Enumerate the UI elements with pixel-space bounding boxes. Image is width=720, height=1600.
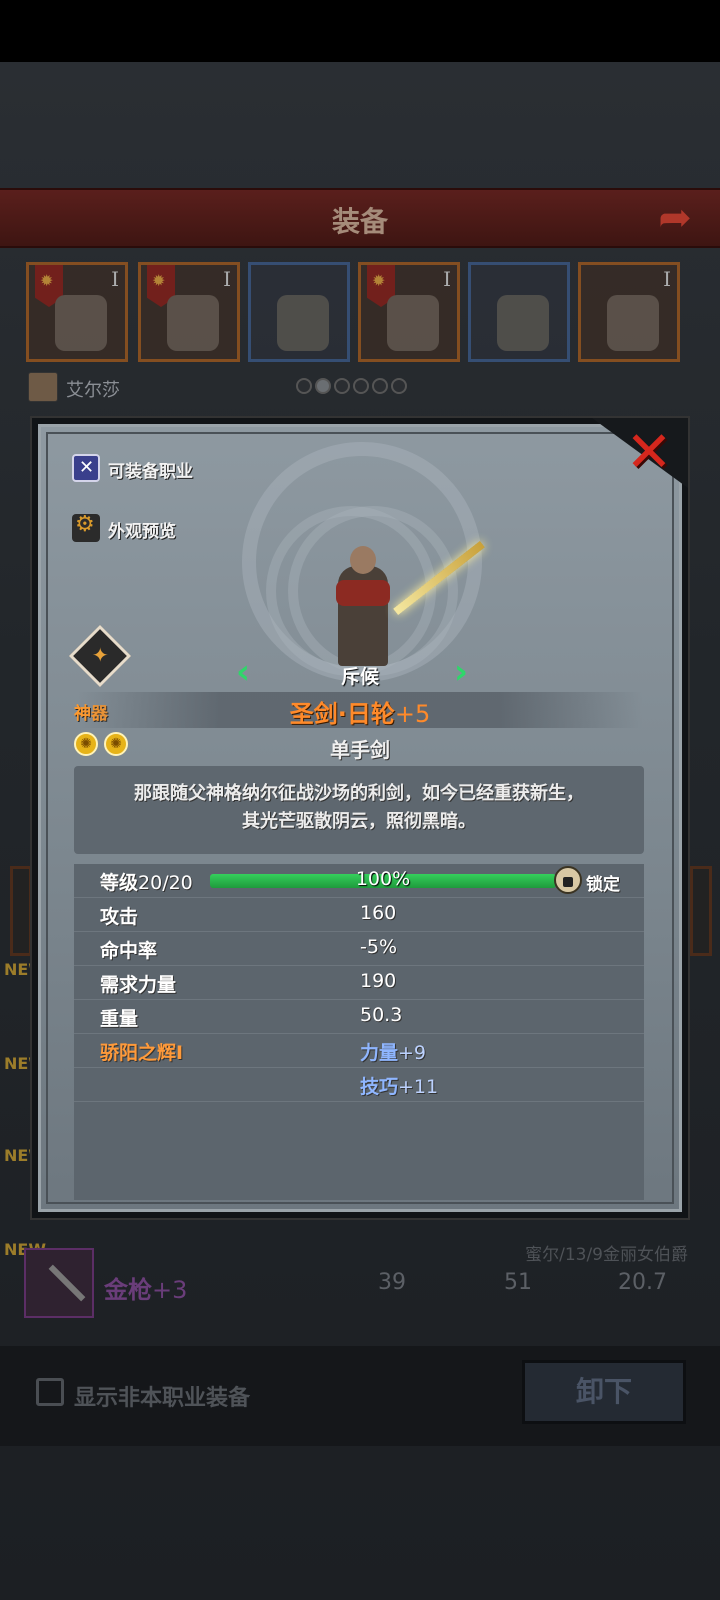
page-dot-active <box>315 378 331 394</box>
hero-head <box>350 546 376 574</box>
back-arrow-icon[interactable]: ➦ <box>646 196 704 240</box>
level-row: 等级20/20 100% 锁定 <box>74 864 644 898</box>
stat-label: 攻击 <box>100 906 139 928</box>
close-icon[interactable]: ✕ <box>620 424 678 482</box>
shoulder-icon <box>55 295 107 351</box>
page-dot <box>372 378 388 394</box>
status-bar <box>0 0 720 62</box>
spear-icon <box>24 1248 94 1318</box>
show-other-class-checkbox[interactable] <box>36 1378 64 1406</box>
item-stat: 39 <box>378 1270 406 1295</box>
page-title: 装备 <box>331 205 388 238</box>
cape-icon <box>167 295 219 351</box>
class-name: 斥候 <box>340 666 379 688</box>
slot-book[interactable]: I <box>578 262 680 362</box>
appearance-preview-label: 外观预览 <box>108 522 176 542</box>
preview-icon <box>72 512 100 542</box>
stats-panel: 等级20/20 100% 锁定 攻击 160 命中率 -5% 需求力量 190 … <box>74 864 644 1200</box>
item-stat: 51 <box>504 1270 532 1295</box>
list-edge <box>690 866 712 956</box>
stat-row-accuracy: 命中率 -5% <box>74 932 644 966</box>
enchant-name: 骄阳之辉I <box>100 1042 184 1064</box>
stat-value: 190 <box>360 970 397 992</box>
page-dot <box>391 378 407 394</box>
enchant-row: 技巧+11 <box>74 1068 644 1102</box>
enchant-bonus: 技巧+11 <box>360 1076 439 1098</box>
tier-label: I <box>223 267 231 291</box>
stat-value: -5% <box>360 936 397 958</box>
page-dot <box>296 378 312 394</box>
item-name: 圣剑·日轮+5 <box>289 700 431 728</box>
stat-value: 50.3 <box>360 1004 403 1026</box>
item-owner: 蜜尔/13/9金丽女伯爵 <box>525 1245 688 1265</box>
lock-icon[interactable] <box>554 866 582 894</box>
class-icon <box>72 454 100 482</box>
character-name: 艾尔莎 <box>66 380 120 401</box>
avatar <box>28 372 58 402</box>
slot-shoulder[interactable]: I <box>26 262 128 362</box>
page-indicator <box>296 378 416 396</box>
helmet-icon <box>277 295 329 351</box>
item-stat: 20.7 <box>618 1270 667 1295</box>
tier-label: I <box>443 267 451 291</box>
item-type: 单手剑 <box>330 738 390 762</box>
enchant-row: 骄阳之辉I 力量+9 <box>74 1034 644 1068</box>
armor-icon <box>387 295 439 351</box>
tier-label: I <box>663 267 671 291</box>
description-box: 那跟随父神格纳尔征战沙场的利剑，如今已经重获新生， 其光芒驱散阴云，照彻黑暗。 <box>74 766 644 854</box>
boots-icon <box>497 295 549 351</box>
stat-label: 命中率 <box>100 940 158 962</box>
slot-armor[interactable]: I <box>358 262 460 362</box>
level-progress-text: 100% <box>355 868 411 890</box>
item-name: 金枪+3 <box>104 1276 188 1304</box>
tier-label: I <box>111 267 119 291</box>
page-dot <box>353 378 369 394</box>
slot-helmet[interactable] <box>248 262 350 362</box>
item-detail-modal: ✕ 可装备职业 外观预览 ‹ › 斥候 神器 ✺✺ 圣剑·日轮+5 单手剑 那跟… <box>32 418 688 1218</box>
lock-label: 锁定 <box>586 875 620 895</box>
stat-row-attack: 攻击 160 <box>74 898 644 932</box>
stat-label: 重量 <box>100 1008 139 1030</box>
enchant-bonus: 力量+9 <box>360 1042 427 1064</box>
stat-label: 需求力量 <box>100 974 177 996</box>
page-dot <box>334 378 350 394</box>
show-other-class-label: 显示非本职业装备 <box>74 1386 251 1411</box>
stat-value: 160 <box>360 902 397 924</box>
hero-scarf <box>336 580 390 606</box>
unequip-button[interactable]: 卸下 <box>522 1360 686 1424</box>
slot-boots[interactable] <box>468 262 570 362</box>
slot-cape[interactable]: I <box>138 262 240 362</box>
list-edge <box>10 866 32 956</box>
item-description: 那跟随父神格纳尔征战沙场的利剑，如今已经重获新生， 其光芒驱散阴云，照彻黑暗。 <box>134 783 584 832</box>
list-item[interactable]: NEW 金枪+3 39 51 20.7 蜜尔/13/9金丽女伯爵 <box>0 1236 720 1346</box>
stat-row-strength-req: 需求力量 190 <box>74 966 644 1000</box>
book-icon <box>607 295 659 351</box>
stat-row-weight: 重量 50.3 <box>74 1000 644 1034</box>
level-label: 等级20/20 <box>100 872 193 894</box>
equip-classes-label: 可装备职业 <box>108 462 193 482</box>
